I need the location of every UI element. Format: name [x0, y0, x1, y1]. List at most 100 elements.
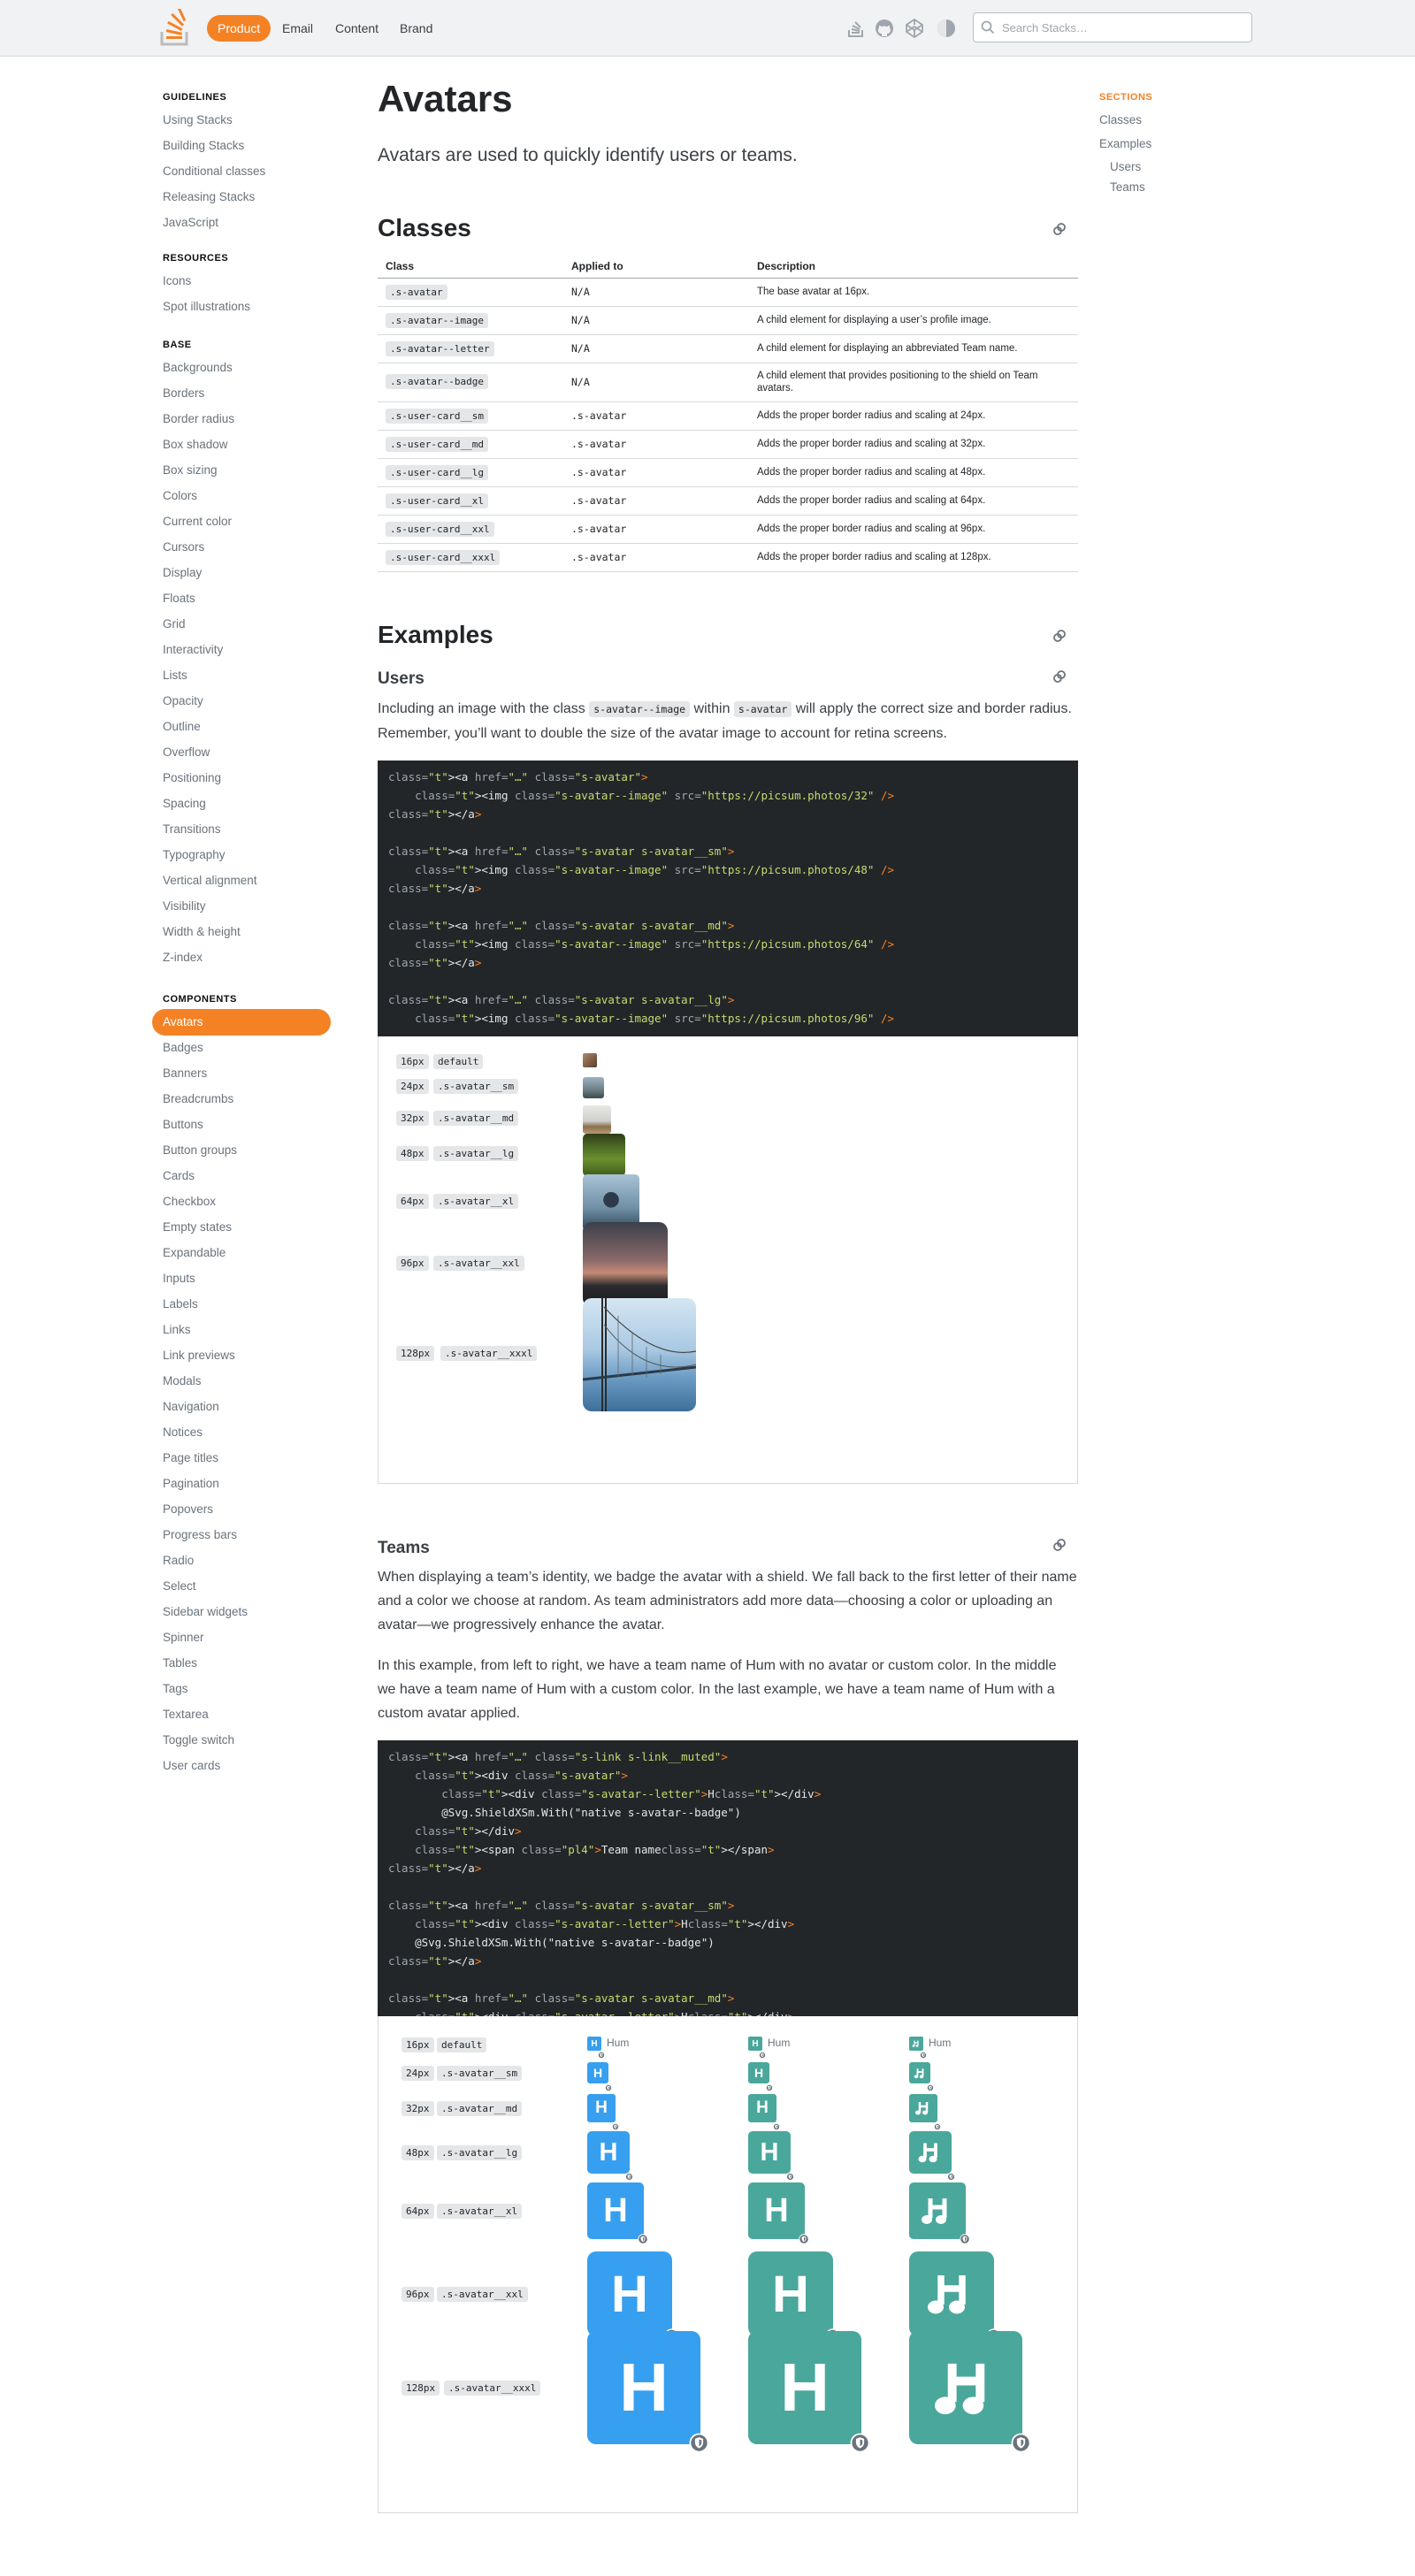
team-avatar-letter[interactable]: H	[587, 2131, 630, 2174]
users-anchor-link-icon[interactable]	[1052, 669, 1067, 684]
team-avatar-letter[interactable]: H	[748, 2331, 861, 2444]
sidebar-item-breadcrumbs[interactable]: Breadcrumbs	[163, 1092, 233, 1105]
sidebar-item-box-sizing[interactable]: Box sizing	[163, 463, 218, 477]
nav-product[interactable]: Product	[207, 15, 272, 42]
sidebar-item-width-height[interactable]: Width & height	[163, 925, 241, 938]
sidebar-item-pagination[interactable]: Pagination	[163, 1477, 219, 1490]
nav-content[interactable]: Content	[325, 15, 389, 42]
sidebar-item-navigation[interactable]: Navigation	[163, 1400, 219, 1413]
team-avatar-letter[interactable]: H	[587, 2331, 700, 2444]
stacks-logo-icon[interactable]	[159, 9, 191, 46]
sidebar-item-toggle-switch[interactable]: Toggle switch	[163, 1733, 234, 1747]
user-avatar-image[interactable]	[583, 1298, 696, 1411]
sidebar-item-borders[interactable]: Borders	[163, 386, 204, 400]
sidebar-item-colors[interactable]: Colors	[163, 489, 197, 502]
nav-brand[interactable]: Brand	[389, 15, 443, 42]
sidebar-item-releasing-stacks[interactable]: Releasing Stacks	[163, 190, 255, 203]
sidebar-item-overflow[interactable]: Overflow	[163, 745, 210, 759]
section-link-examples[interactable]: Examples	[1099, 137, 1151, 150]
team-avatar-letter[interactable]: H	[587, 2182, 644, 2239]
sidebar-item-vertical-alignment[interactable]: Vertical alignment	[163, 874, 257, 887]
sidebar-item-backgrounds[interactable]: Backgrounds	[163, 361, 233, 374]
sidebar-item-labels[interactable]: Labels	[163, 1297, 198, 1311]
user-avatar-image[interactable]	[583, 1077, 604, 1098]
sidebar-item-avatars[interactable]: Avatars	[152, 1009, 331, 1036]
team-name[interactable]: Hum	[607, 2037, 629, 2049]
codepen-icon[interactable]	[904, 18, 925, 39]
sidebar-item-typography[interactable]: Typography	[163, 848, 226, 861]
sidebar-item-floats[interactable]: Floats	[163, 592, 195, 605]
team-avatar-custom-image[interactable]	[909, 2251, 994, 2336]
sidebar-item-user-cards[interactable]: User cards	[163, 1759, 220, 1772]
section-link-users[interactable]: Users	[1110, 160, 1141, 173]
teams-anchor-link-icon[interactable]	[1052, 1537, 1067, 1553]
stack-overflow-icon[interactable]	[845, 18, 867, 39]
team-avatar-letter[interactable]: H	[748, 2182, 805, 2239]
sidebar-item-expandable[interactable]: Expandable	[163, 1246, 226, 1259]
teams-code-block[interactable]: class="t"><a href="…" class="s-link s-li…	[378, 1740, 1078, 2016]
github-icon[interactable]	[874, 18, 895, 39]
examples-anchor-link-icon[interactable]	[1052, 628, 1067, 644]
sidebar-item-display[interactable]: Display	[163, 566, 202, 579]
sidebar-item-cursors[interactable]: Cursors	[163, 540, 204, 554]
sidebar-item-tags[interactable]: Tags	[163, 1682, 188, 1695]
sidebar-item-links[interactable]: Links	[163, 1323, 191, 1336]
sidebar-item-interactivity[interactable]: Interactivity	[163, 643, 223, 656]
classes-anchor-link-icon[interactable]	[1052, 221, 1067, 237]
team-avatar-letter[interactable]: H	[748, 2131, 791, 2174]
sidebar-item-spacing[interactable]: Spacing	[163, 797, 206, 810]
sidebar-item-notices[interactable]: Notices	[163, 1426, 203, 1439]
search-input[interactable]: Search Stacks…	[973, 12, 1252, 42]
sidebar-item-using-stacks[interactable]: Using Stacks	[163, 113, 233, 126]
sidebar-item-buttons[interactable]: Buttons	[163, 1118, 203, 1131]
sidebar-item-tables[interactable]: Tables	[163, 1656, 197, 1670]
sidebar-item-banners[interactable]: Banners	[163, 1066, 207, 1080]
team-avatar-custom-image[interactable]	[909, 2331, 1022, 2444]
sidebar-item-spot-illustrations[interactable]: Spot illustrations	[163, 300, 250, 313]
section-link-classes[interactable]: Classes	[1099, 113, 1142, 126]
sidebar-item-inputs[interactable]: Inputs	[163, 1272, 195, 1285]
team-avatar-letter[interactable]: H	[748, 2251, 833, 2336]
team-avatar-custom-image[interactable]	[909, 2131, 952, 2174]
sidebar-item-cards[interactable]: Cards	[163, 1169, 195, 1182]
sidebar-item-visibility[interactable]: Visibility	[163, 899, 206, 913]
user-avatar-image[interactable]	[583, 1105, 611, 1134]
sidebar-item-z-index[interactable]: Z-index	[163, 951, 203, 964]
sidebar-item-positioning[interactable]: Positioning	[163, 771, 221, 784]
sidebar-item-transitions[interactable]: Transitions	[163, 822, 221, 836]
sidebar-item-box-shadow[interactable]: Box shadow	[163, 438, 228, 451]
sidebar-item-link-previews[interactable]: Link previews	[163, 1349, 235, 1362]
sidebar-item-conditional-classes[interactable]: Conditional classes	[163, 164, 265, 178]
sidebar-item-current-color[interactable]: Current color	[163, 515, 232, 528]
sidebar-item-page-titles[interactable]: Page titles	[163, 1451, 218, 1464]
team-name[interactable]: Hum	[929, 2037, 951, 2049]
sidebar-item-javascript[interactable]: JavaScript	[163, 216, 218, 229]
sidebar-item-modals[interactable]: Modals	[163, 1374, 202, 1387]
section-link-teams[interactable]: Teams	[1110, 180, 1145, 194]
sidebar-item-popovers[interactable]: Popovers	[163, 1502, 213, 1516]
user-avatar-image[interactable]	[583, 1222, 668, 1307]
user-avatar-image[interactable]	[583, 1134, 625, 1176]
user-avatar-image[interactable]	[583, 1053, 597, 1067]
sidebar-item-button-groups[interactable]: Button groups	[163, 1143, 237, 1157]
sidebar-item-badges[interactable]: Badges	[163, 1041, 203, 1054]
sidebar-item-checkbox[interactable]: Checkbox	[163, 1195, 216, 1208]
team-name[interactable]: Hum	[768, 2037, 790, 2049]
sidebar-item-lists[interactable]: Lists	[163, 669, 187, 682]
theme-toggle-icon[interactable]	[936, 18, 957, 39]
sidebar-item-outline[interactable]: Outline	[163, 720, 201, 733]
sidebar-item-sidebar-widgets[interactable]: Sidebar widgets	[163, 1605, 248, 1618]
sidebar-item-spinner[interactable]: Spinner	[163, 1631, 204, 1644]
sidebar-item-select[interactable]: Select	[163, 1579, 196, 1593]
sidebar-item-building-stacks[interactable]: Building Stacks	[163, 139, 244, 152]
sidebar-item-grid[interactable]: Grid	[163, 617, 186, 631]
sidebar-item-textarea[interactable]: Textarea	[163, 1708, 209, 1721]
users-code-block[interactable]: class="t"><a href="…" class="s-avatar"> …	[378, 761, 1078, 1036]
sidebar-item-radio[interactable]: Radio	[163, 1554, 194, 1567]
sidebar-item-icons[interactable]: Icons	[163, 274, 191, 287]
team-avatar-letter[interactable]: H	[587, 2251, 672, 2336]
nav-email[interactable]: Email	[272, 15, 324, 42]
sidebar-item-border-radius[interactable]: Border radius	[163, 412, 234, 425]
team-avatar-custom-image[interactable]	[909, 2182, 966, 2239]
sidebar-item-empty-states[interactable]: Empty states	[163, 1220, 232, 1234]
